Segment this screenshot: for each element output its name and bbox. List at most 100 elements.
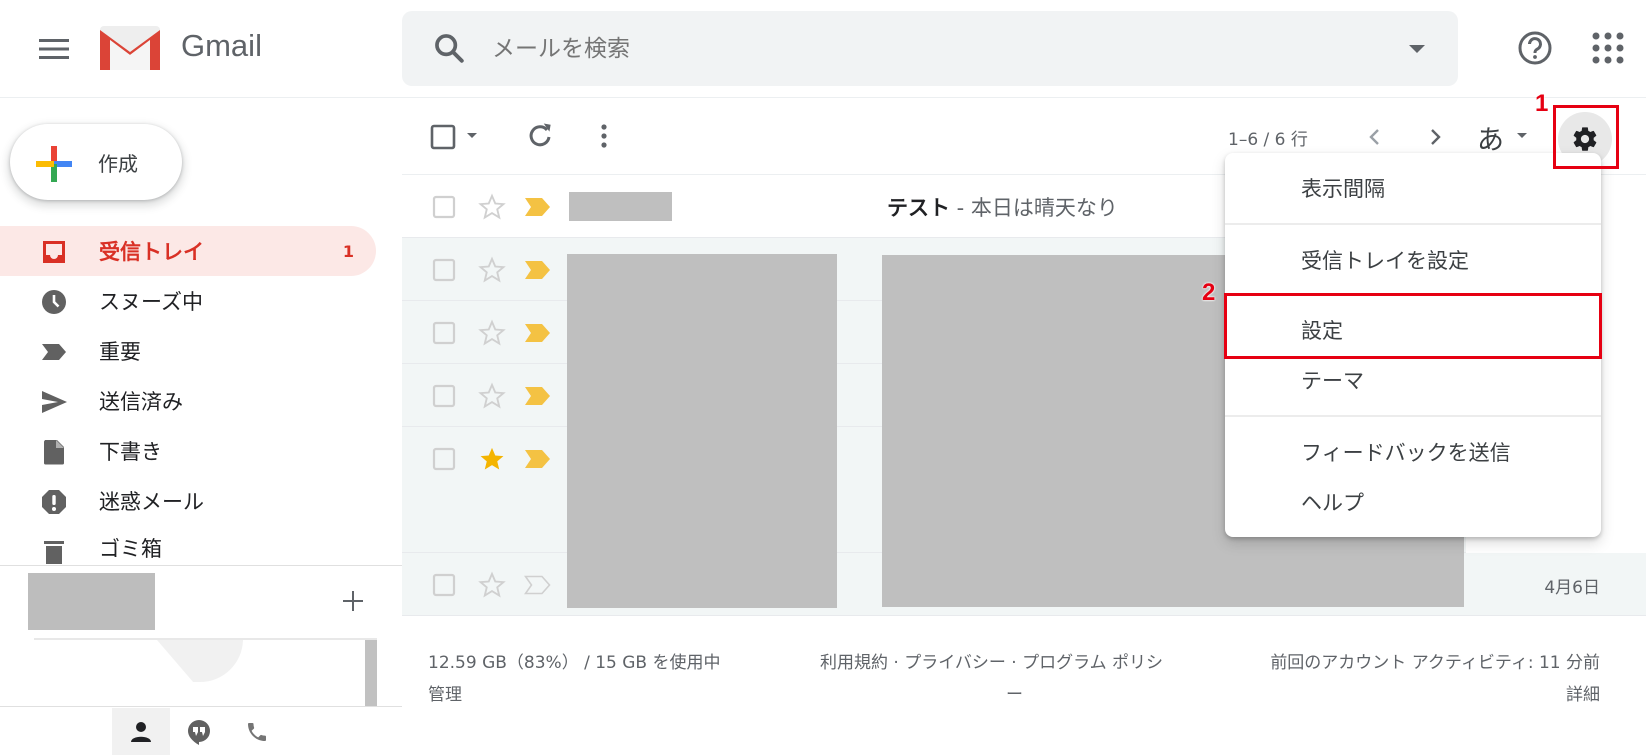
sidebar-item-spam[interactable]: 迷惑メール: [0, 476, 376, 526]
hangouts-contacts-tab[interactable]: [112, 708, 170, 755]
more-vert-icon[interactable]: [588, 120, 620, 152]
chevron-right-icon[interactable]: [1420, 122, 1450, 152]
annotation-number-step1: 1: [1535, 90, 1549, 117]
sidebar-item-label: ゴミ箱: [99, 537, 162, 561]
hangouts-scrollbar[interactable]: [365, 640, 377, 706]
inbox-icon: [43, 241, 65, 263]
menu-item-label: フィードバックを送信: [1301, 441, 1511, 465]
policy-links[interactable]: 利用規約 · プライバシー · プログラム ポリシ: [820, 648, 1163, 673]
email-snippet: - 本日は晴天なり: [950, 196, 1118, 220]
sidebar-item-trash[interactable]: ゴミ箱: [0, 527, 376, 565]
sidebar-item-drafts[interactable]: 下書き: [0, 426, 376, 476]
search-input[interactable]: [492, 29, 1292, 69]
annotation-box-step2: [1224, 293, 1602, 359]
footer: 12.59 GB（83%） / 15 GB を使用中 管理 利用規約 · プライ…: [402, 620, 1646, 710]
row-checkbox[interactable]: [432, 384, 456, 408]
email-date: 4月6日: [1544, 578, 1600, 598]
menu-item-display-density[interactable]: 表示間隔: [1225, 161, 1601, 211]
email-subject-text: テスト: [887, 196, 950, 220]
menu-item-configure-inbox[interactable]: 受信トレイを設定: [1225, 233, 1601, 283]
star-outline-icon[interactable]: [478, 319, 506, 347]
menu-item-label: テーマ: [1301, 369, 1364, 393]
senders-redacted: [567, 254, 837, 608]
chevron-left-icon[interactable]: [1360, 122, 1390, 152]
gmail-logo-icon[interactable]: [100, 26, 160, 70]
hamburger-icon: [39, 39, 69, 59]
sidebar-item-label: スヌーズ中: [99, 290, 203, 314]
menu-item-help[interactable]: ヘルプ: [1225, 475, 1601, 525]
star-filled-icon[interactable]: [478, 445, 506, 473]
menu-item-themes[interactable]: テーマ: [1225, 353, 1601, 403]
row-checkbox[interactable]: [432, 447, 456, 471]
storage-usage: 12.59 GB（83%） / 15 GB を使用中: [428, 653, 721, 673]
page-range-text: 1–6 / 6 行: [1228, 130, 1308, 150]
menu-item-label: ヘルプ: [1301, 491, 1364, 515]
spam-icon: [42, 490, 66, 514]
sidebar-item-label: 迷惑メール: [99, 490, 204, 514]
apps-grid-icon[interactable]: [1590, 30, 1626, 66]
sidebar-item-snoozed[interactable]: スヌーズ中: [0, 276, 376, 326]
star-outline-icon[interactable]: [478, 193, 506, 221]
menu-divider: [1225, 223, 1601, 225]
email-row-date-cell: 4月6日: [1466, 553, 1646, 616]
main-menu-button[interactable]: [30, 25, 78, 73]
brand-name: Gmail: [181, 28, 262, 63]
important-marker-icon[interactable]: [524, 323, 552, 343]
manage-storage-link[interactable]: 管理: [428, 680, 462, 705]
add-contact-plus-icon[interactable]: [338, 586, 368, 616]
sidebar-item-label: 送信済み: [99, 390, 183, 414]
select-options-caret-icon[interactable]: [466, 130, 478, 142]
sidebar-item-inbox[interactable]: 受信トレイ 1: [0, 226, 376, 276]
important-marker-icon[interactable]: [524, 386, 552, 406]
last-activity: 前回のアカウント アクティビティ: 11 分前: [1270, 653, 1600, 673]
hangouts-phone-tab[interactable]: [228, 708, 286, 755]
not-important-marker-icon[interactable]: [524, 575, 552, 595]
menu-item-label: 受信トレイを設定: [1301, 249, 1469, 273]
annotation-box-step1: [1553, 105, 1619, 169]
row-checkbox[interactable]: [432, 258, 456, 282]
policy-links-continued: ー: [1006, 685, 1023, 705]
input-tools-caret-icon[interactable]: [1516, 130, 1528, 142]
important-icon: [42, 344, 66, 360]
row-checkbox[interactable]: [432, 195, 456, 219]
important-marker-icon[interactable]: [524, 197, 552, 217]
compose-button[interactable]: 作成: [10, 124, 182, 200]
menu-item-send-feedback[interactable]: フィードバックを送信: [1225, 425, 1601, 475]
star-outline-icon[interactable]: [478, 256, 506, 284]
hangouts-tabs-divider: [0, 706, 402, 707]
top-bar: Gmail: [0, 0, 1646, 98]
sidebar-item-sent[interactable]: 送信済み: [0, 376, 376, 426]
phone-icon: [248, 722, 266, 741]
draft-icon: [44, 440, 64, 465]
select-all-checkbox[interactable]: [430, 124, 456, 150]
refresh-icon[interactable]: [524, 120, 556, 152]
search-icon[interactable]: [432, 31, 466, 65]
hangouts-user-redacted[interactable]: [28, 573, 155, 630]
sidebar-item-label: 下書き: [99, 440, 162, 464]
annotation-number-step2: 2: [1202, 279, 1216, 306]
important-marker-icon[interactable]: [524, 260, 552, 280]
compose-label: 作成: [98, 152, 138, 176]
send-icon: [42, 391, 67, 413]
row-checkbox[interactable]: [432, 573, 456, 597]
sidebar-item-label: 受信トレイ: [99, 240, 204, 264]
email-subject[interactable]: テスト - 本日は晴天なり: [887, 192, 1118, 222]
sidebar-item-important[interactable]: 重要: [0, 326, 376, 376]
input-tools-button[interactable]: あ: [1477, 118, 1504, 157]
sidebar-item-label: 重要: [99, 340, 141, 364]
sender-redacted: [569, 192, 672, 221]
compose-plus-icon: [36, 146, 72, 182]
important-marker-icon[interactable]: [524, 449, 552, 469]
sidebar-divider: [0, 565, 402, 566]
hangouts-placeholder-bubble-icon: [157, 640, 243, 682]
search-options-caret-icon[interactable]: [1406, 38, 1428, 60]
person-icon: [131, 721, 151, 742]
row-checkbox[interactable]: [432, 321, 456, 345]
trash-icon: [44, 541, 64, 564]
hangouts-chat-tab[interactable]: [170, 708, 228, 755]
activity-details-link[interactable]: 詳細: [1566, 680, 1600, 705]
star-outline-icon[interactable]: [478, 382, 506, 410]
star-outline-icon[interactable]: [478, 571, 506, 599]
unread-count-badge: 1: [342, 241, 354, 261]
help-icon[interactable]: [1515, 28, 1555, 68]
